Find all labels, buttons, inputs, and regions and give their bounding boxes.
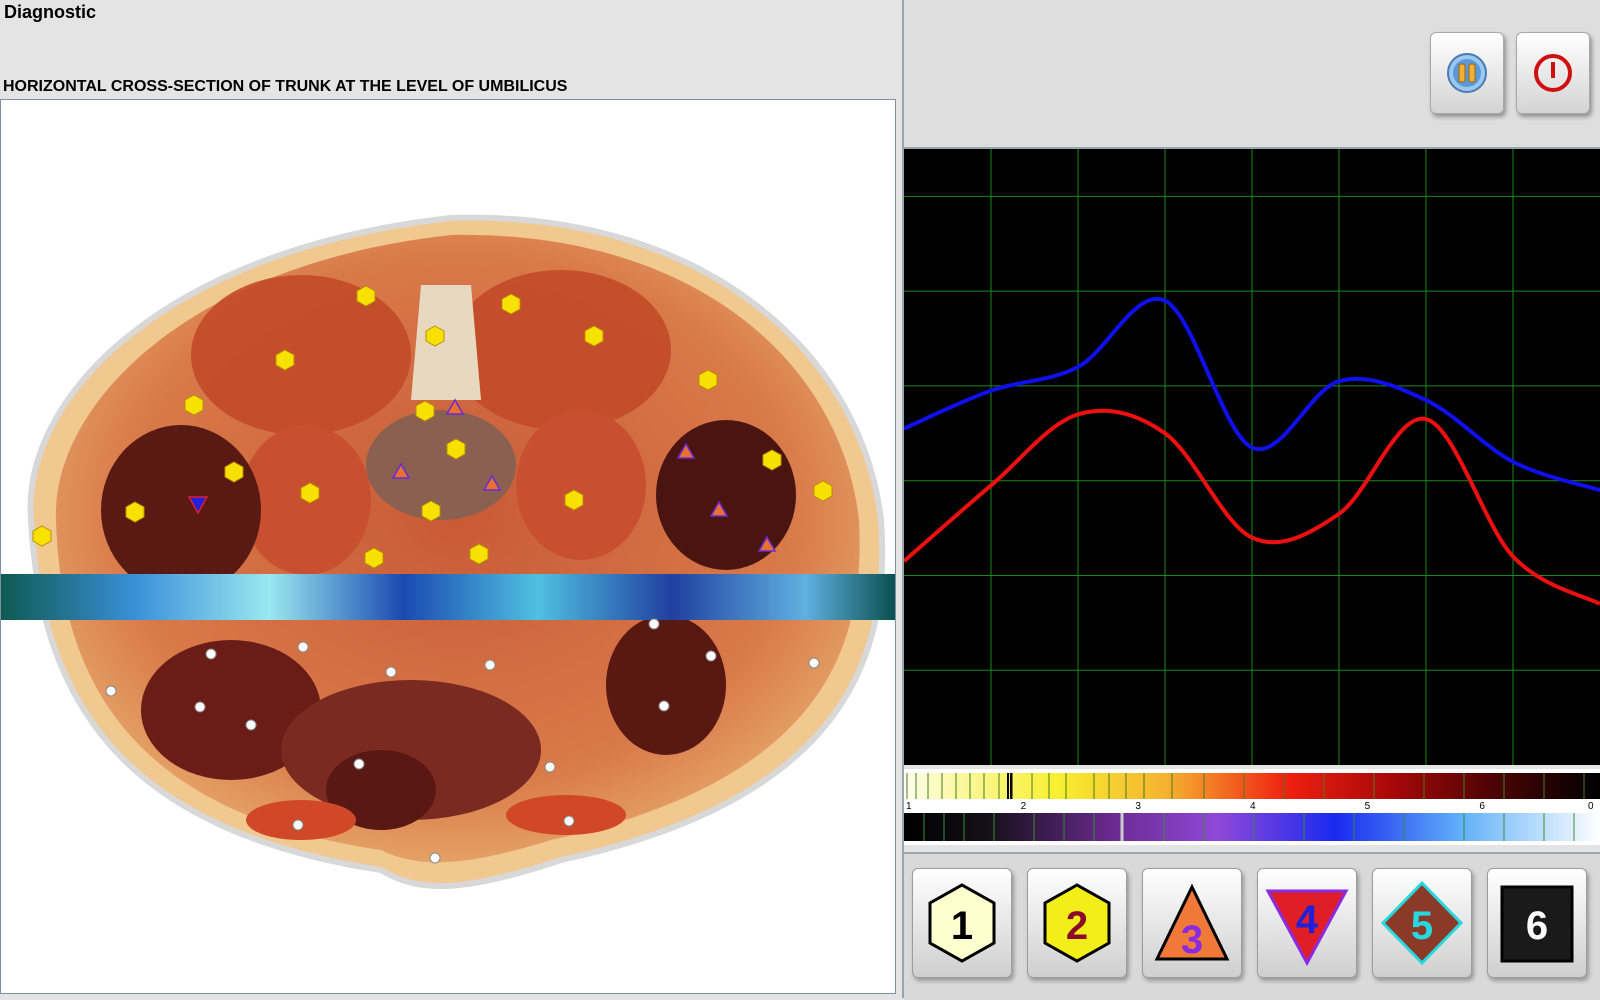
- triangle-down-icon: 4: [1265, 889, 1349, 967]
- marker-button-5[interactable]: 5: [1372, 868, 1472, 978]
- spectrum-scale-label: 4: [1250, 801, 1256, 812]
- marker-button-label: 3: [1181, 918, 1203, 962]
- diamond-icon: 5: [1380, 880, 1464, 966]
- marker-button-label: 4: [1296, 898, 1319, 942]
- cool-spectrum-bar: [904, 813, 1600, 841]
- power-icon: [1534, 54, 1572, 92]
- pause-icon: [1447, 53, 1487, 93]
- marker-button-2[interactable]: 2: [1027, 868, 1127, 978]
- spectrum-svg: 1 2 3 4 5 6 0: [904, 773, 1600, 841]
- triangle-icon: 3: [1154, 883, 1230, 962]
- marker-button-label: 5: [1411, 904, 1433, 948]
- cross-section-panel: [0, 99, 896, 994]
- spectrum-scale: 1 2 3 4 5 6 0: [904, 769, 1600, 845]
- marker-button-label: 6: [1526, 904, 1548, 948]
- spectrum-scale-label: 0: [1588, 801, 1594, 812]
- spectrum-scale-label: 3: [1135, 801, 1141, 812]
- chart-svg: [902, 149, 1600, 765]
- hexagon-icon: 2: [1043, 883, 1111, 963]
- marker-button-1[interactable]: 1: [912, 868, 1012, 978]
- top-toolbar: [904, 0, 1600, 149]
- power-button[interactable]: [1516, 32, 1590, 114]
- hexagon-icon: 1: [928, 883, 996, 963]
- marker-button-4[interactable]: 4: [1257, 868, 1357, 978]
- spectrum-scale-label: 1: [906, 801, 912, 812]
- marker-button-3[interactable]: 3: [1142, 868, 1242, 978]
- square-icon: 6: [1500, 885, 1574, 963]
- spectrum-scale-label: 6: [1479, 801, 1485, 812]
- cross-section-image[interactable]: [1, 100, 895, 993]
- app-title: Diagnostic: [4, 2, 97, 22]
- marker-button-6[interactable]: 6: [1487, 868, 1587, 978]
- spectrum-scale-label: 2: [1021, 801, 1027, 812]
- marker-button-label: 2: [1066, 904, 1088, 948]
- signal-chart: [902, 149, 1600, 765]
- marker-button-label: 1: [951, 904, 973, 948]
- spectrum-scale-label: 5: [1365, 801, 1371, 812]
- pause-button[interactable]: [1430, 32, 1504, 114]
- marker-toolbar: 1 2 3 4 5 6: [904, 852, 1600, 1000]
- section-title: HORIZONTAL CROSS-SECTION OF TRUNK AT THE…: [3, 78, 568, 95]
